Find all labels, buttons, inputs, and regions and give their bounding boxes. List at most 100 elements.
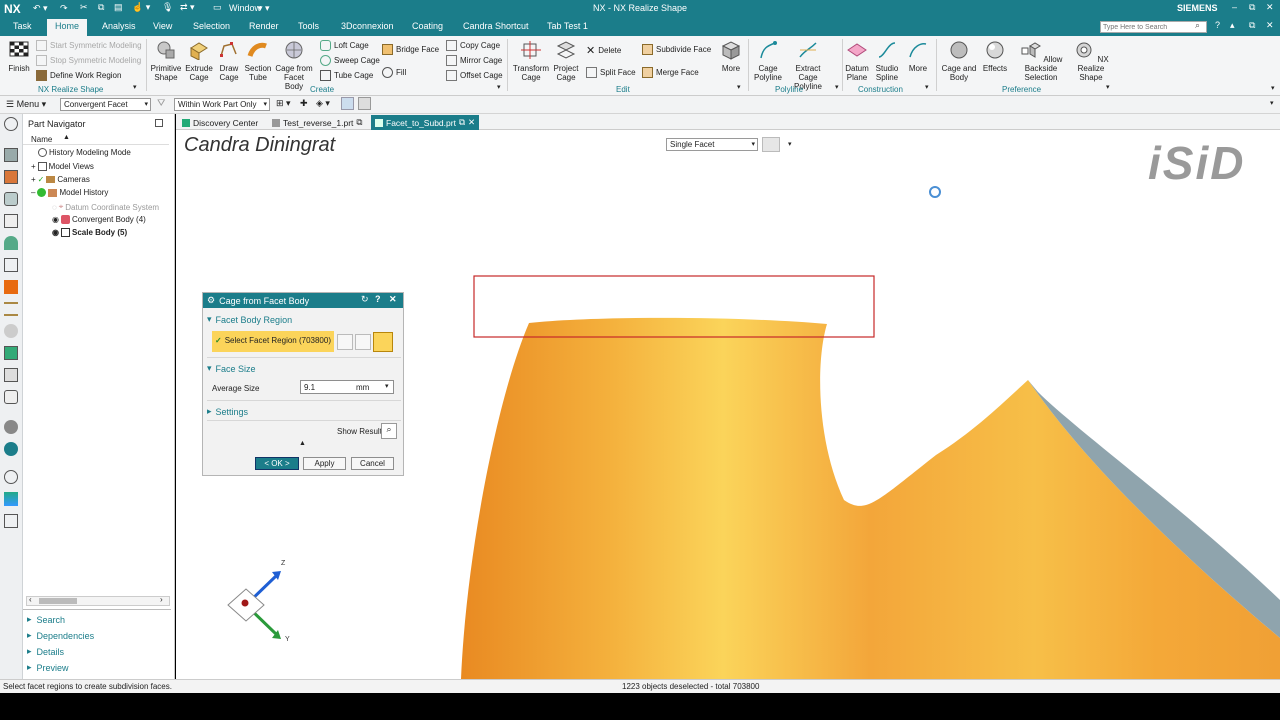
cage-from-facet-body-button[interactable]: Cage from Facet Body	[274, 40, 314, 91]
define-work-region-button[interactable]: Define Work Region	[36, 70, 121, 81]
unit-value[interactable]: mm	[356, 383, 369, 392]
fill-button[interactable]: Fill	[382, 67, 406, 78]
tree-item-model-history[interactable]: – Model History	[31, 188, 108, 197]
draw-cage-button[interactable]: Draw Cage	[215, 40, 243, 82]
toolbar-options-icon[interactable]: ▾	[1270, 99, 1274, 107]
maximize-panel-icon[interactable]	[155, 119, 163, 127]
tab-discovery-center[interactable]: Discovery Center	[178, 115, 262, 130]
subdivide-face-button[interactable]: Subdivide Face	[642, 44, 711, 55]
tab-render[interactable]: Render	[249, 21, 279, 31]
history-icon[interactable]	[4, 258, 18, 272]
scroll-thumb[interactable]	[39, 598, 77, 604]
effects-button[interactable]: Effects	[980, 40, 1010, 73]
close-doc-icon[interactable]: ✕	[1266, 20, 1274, 31]
finish-button[interactable]: Finish	[5, 40, 33, 73]
visualization-icon[interactable]	[4, 368, 18, 382]
delete-button[interactable]: ✕ Delete	[586, 44, 621, 57]
tab-coating[interactable]: Coating	[412, 21, 443, 31]
facet-selection-tool-icon[interactable]	[337, 334, 353, 350]
merge-face-button[interactable]: Merge Face	[642, 67, 699, 78]
select-facet-region-row[interactable]: ✓ Select Facet Region (703800)	[212, 331, 334, 352]
clock-icon[interactable]	[4, 470, 18, 484]
collapse-ribbon-icon[interactable]: ▴	[1230, 20, 1235, 31]
tab-analysis[interactable]: Analysis	[102, 21, 136, 31]
section-settings[interactable]: ▸ Settings	[207, 406, 248, 417]
search-icon[interactable]: ⌕	[1195, 20, 1200, 31]
transform-cage-button[interactable]: Transform Cage	[512, 40, 550, 82]
section-tube-button[interactable]: Section Tube	[243, 40, 273, 82]
section-preview[interactable]: ▸ Preview	[27, 662, 69, 673]
mirror-cage-button[interactable]: Mirror Cage	[446, 55, 502, 66]
selection-scope-select[interactable]: Within Work Part Only ▾	[174, 98, 270, 111]
datum-plane-button[interactable]: Datum Plane	[843, 40, 871, 82]
snap-point-icon[interactable]: ⊞ ▾	[276, 98, 291, 109]
close-dialog-icon[interactable]: ✕	[389, 294, 397, 305]
tree-item-model-views[interactable]: + Model Views	[31, 162, 94, 171]
edit-more-button[interactable]: More	[718, 40, 744, 73]
close-tab-icon[interactable]: ✕	[468, 117, 475, 128]
facet-brush-icon[interactable]	[355, 334, 371, 350]
tube-cage-button[interactable]: Tube Cage	[320, 70, 373, 81]
offset-cage-button[interactable]: Offset Cage	[446, 70, 503, 81]
extract-cage-polyline-button[interactable]: Extract Cage Polyline	[786, 40, 830, 91]
cursor-location-icon[interactable]: ◈ ▾	[316, 98, 330, 109]
pin-icon[interactable]: ⧉	[459, 117, 465, 128]
chevron-down-icon[interactable]: ▾	[737, 83, 741, 91]
analysis-icon[interactable]	[4, 492, 18, 506]
chevron-down-icon[interactable]: ▾	[788, 140, 792, 148]
column-header[interactable]: Name ▲	[23, 134, 169, 145]
system-scenes-icon[interactable]	[4, 346, 18, 360]
section-dependencies[interactable]: ▸ Dependencies	[27, 630, 94, 641]
tab-selection[interactable]: Selection	[193, 21, 230, 31]
sweep-cage-button[interactable]: Sweep Cage	[320, 55, 380, 66]
average-size-input[interactable]: 9.1 mm ▾	[300, 380, 394, 394]
split-face-button[interactable]: Split Face	[586, 67, 636, 78]
reuse-library-icon[interactable]	[4, 214, 18, 228]
settings-gear-icon[interactable]	[4, 117, 18, 131]
magnifier-icon[interactable]: ⌕	[381, 423, 397, 439]
tools-icon[interactable]	[4, 514, 18, 528]
select-all-icon[interactable]	[341, 97, 354, 110]
web-icon[interactable]	[4, 442, 18, 456]
chevron-down-icon[interactable]: ▾	[925, 83, 929, 91]
help-icon[interactable]: ?	[1215, 20, 1220, 30]
tree-item-history-mode[interactable]: History Modeling Mode	[38, 148, 131, 157]
constraint-navigator-icon[interactable]	[4, 192, 18, 206]
palette-icon[interactable]	[4, 390, 18, 404]
deselect-all-icon[interactable]	[358, 97, 371, 110]
bridge-face-button[interactable]: Bridge Face	[382, 44, 439, 55]
chevron-down-icon[interactable]: ▾	[133, 83, 137, 91]
tab-3dconnexion[interactable]: 3Dconnexion	[341, 21, 394, 31]
tab-home[interactable]: Home	[47, 19, 88, 36]
tab-facet-to-subd[interactable]: Facet_to_Subd.prt ⧉ ✕	[371, 115, 480, 130]
search-input[interactable]	[1100, 21, 1207, 33]
chevron-down-icon[interactable]: ▾	[497, 83, 501, 91]
collapse-icon[interactable]: ▲	[299, 440, 306, 447]
tree-item-convergent-body[interactable]: ◉ Convergent Body (4)	[52, 215, 146, 224]
loft-cage-button[interactable]: Loft Cage	[320, 40, 369, 51]
apply-button[interactable]: Apply	[303, 457, 346, 470]
tab-view[interactable]: View	[153, 21, 172, 31]
section-facet-body-region[interactable]: ▾ Facet Body Region	[207, 314, 292, 325]
scroll-right-icon[interactable]: ›	[160, 595, 163, 604]
assembly-navigator-icon[interactable]	[4, 170, 18, 184]
tree-item-scale-body[interactable]: ◉ Scale Body (5)	[52, 228, 127, 237]
facet-region-icon[interactable]	[373, 332, 393, 352]
horizontal-scrollbar[interactable]: ‹ ›	[26, 595, 170, 606]
web-browser-icon[interactable]	[4, 236, 18, 250]
scroll-left-icon[interactable]: ‹	[29, 595, 32, 604]
allow-backside-selection-button[interactable]: Allow Backside Selection	[1013, 40, 1069, 82]
pin-icon[interactable]: ⧉	[356, 117, 362, 128]
facet-selection-mode-select[interactable]: Single Facet ▾	[666, 138, 758, 151]
ok-button[interactable]: < OK >	[255, 457, 299, 470]
chevron-down-icon[interactable]: ▾	[835, 83, 839, 91]
tab-candra-shortcut[interactable]: Candra Shortcut	[463, 21, 529, 31]
cage-and-body-button[interactable]: Cage and Body	[940, 40, 978, 82]
restore-doc-icon[interactable]: ⧉	[1249, 20, 1255, 31]
part-navigator-icon[interactable]	[4, 148, 18, 162]
copy-cage-button[interactable]: Copy Cage	[446, 40, 500, 51]
view-triad[interactable]	[224, 558, 304, 648]
facet-options-icon[interactable]	[762, 137, 780, 152]
menu-button[interactable]: ☰ Menu ▾	[6, 99, 46, 110]
select-mode-icon[interactable]: ✚	[300, 98, 308, 109]
